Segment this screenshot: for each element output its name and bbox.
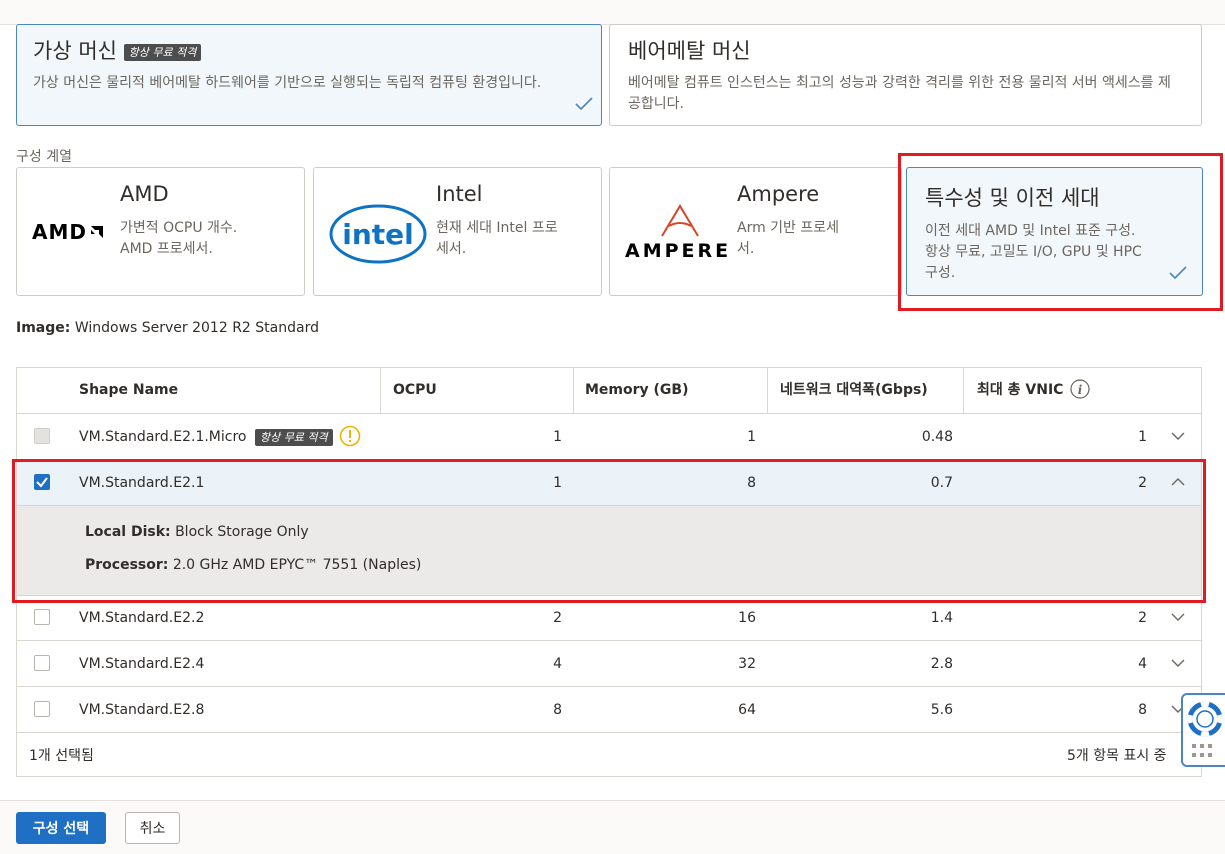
column-header-vnic[interactable]: 최대 총 VNIC i bbox=[977, 368, 1090, 413]
warning-icon[interactable] bbox=[339, 425, 361, 447]
row-checkbox[interactable] bbox=[34, 655, 50, 671]
item-count: 5개 항목 표시 중 bbox=[1067, 748, 1167, 764]
footer-bar bbox=[0, 800, 1225, 854]
shape-name: VM.Standard.E2.2 bbox=[79, 610, 205, 626]
ocpu-value: 1 bbox=[553, 475, 562, 491]
series-title: Ampere bbox=[737, 182, 820, 206]
vnic-value: 1 bbox=[1138, 429, 1147, 445]
chevron-down-icon[interactable] bbox=[1171, 431, 1185, 441]
bandwidth-value: 0.7 bbox=[930, 475, 953, 491]
ocpu-value: 4 bbox=[553, 656, 562, 672]
row-checkbox[interactable] bbox=[34, 428, 50, 444]
shape-name: VM.Standard.E2.4 bbox=[79, 656, 205, 672]
card-title: 베어메탈 머신 bbox=[628, 39, 751, 63]
chevron-down-icon[interactable] bbox=[1171, 612, 1185, 622]
ampere-logo-icon bbox=[661, 204, 699, 237]
column-header-memory[interactable]: Memory (GB) bbox=[585, 368, 689, 413]
amd-logo: AMD bbox=[32, 220, 105, 244]
series-description: 이전 세대 AMD 및 Intel 표준 구성. 항상 무료, 고밀도 I/O,… bbox=[925, 223, 1142, 281]
row-checkbox[interactable] bbox=[34, 701, 50, 717]
memory-value: 16 bbox=[738, 610, 756, 626]
shapes-table: Shape Name OCPU Memory (GB) 네트워크 대역폭(Gbp… bbox=[16, 367, 1202, 777]
processor-info: Processor: 2.0 GHz AMD EPYC™ 7551 (Naple… bbox=[85, 557, 422, 573]
vnic-value: 4 bbox=[1138, 656, 1147, 672]
table-row-selected[interactable]: VM.Standard.E2.1 1 8 0.7 2 bbox=[17, 460, 1201, 506]
card-bare-metal[interactable]: 베어메탈 머신 베어메탈 컴퓨트 인스턴스는 최고의 성능과 강력한 격리를 위… bbox=[609, 24, 1202, 126]
series-card-ampere[interactable]: AMPERE Ampere Arm 기반 프로세 서. bbox=[609, 167, 902, 296]
check-icon bbox=[575, 97, 593, 111]
row-checkbox[interactable] bbox=[34, 474, 50, 490]
shape-name: VM.Standard.E2.1 bbox=[79, 475, 205, 491]
column-header-ocpu[interactable]: OCPU bbox=[393, 368, 437, 413]
series-title: Intel bbox=[436, 182, 483, 206]
series-description: Arm 기반 프로세 서. bbox=[737, 220, 840, 257]
bandwidth-value: 2.8 bbox=[930, 656, 953, 672]
memory-value: 1 bbox=[747, 429, 756, 445]
svg-text:i: i bbox=[1078, 383, 1083, 397]
chevron-up-icon[interactable] bbox=[1171, 477, 1185, 487]
card-title: 가상 머신 bbox=[33, 39, 117, 63]
check-icon bbox=[1169, 266, 1187, 280]
vnic-value: 8 bbox=[1138, 702, 1147, 718]
column-header-bandwidth[interactable]: 네트워크 대역폭(Gbps) bbox=[780, 368, 928, 413]
table-row[interactable]: VM.Standard.E2.1.Micro 항상 무료 적격 1 1 0.48… bbox=[17, 414, 1201, 460]
top-strip bbox=[0, 0, 1225, 25]
lifebuoy-icon[interactable] bbox=[1187, 701, 1223, 737]
shape-name: VM.Standard.E2.8 bbox=[79, 702, 205, 718]
row-checkbox[interactable] bbox=[34, 609, 50, 625]
local-disk-info: Local Disk: Block Storage Only bbox=[85, 524, 309, 540]
row-details: Local Disk: Block Storage Only Processor… bbox=[17, 506, 1201, 596]
shape-name: VM.Standard.E2.1.Micro 항상 무료 적격 bbox=[79, 414, 361, 460]
series-description: 현재 세대 Intel 프로 세서. bbox=[436, 220, 558, 257]
info-icon[interactable]: i bbox=[1070, 379, 1090, 399]
series-card-amd[interactable]: AMD AMD 가변적 OCPU 개수. AMD 프로세서. bbox=[16, 167, 305, 296]
always-free-badge: 항상 무료 적격 bbox=[254, 428, 333, 446]
card-description: 베어메탈 컴퓨트 인스턴스는 최고의 성능과 강력한 격리를 위한 전용 물리적… bbox=[628, 75, 1171, 112]
table-footer: 1개 선택됨 5개 항목 표시 중 bbox=[17, 732, 1201, 776]
series-card-specialty[interactable]: 특수성 및 이전 세대 이전 세대 AMD 및 Intel 표준 구성. 항상 … bbox=[906, 167, 1203, 296]
series-title: 특수성 및 이전 세대 bbox=[925, 186, 1100, 210]
bandwidth-value: 1.4 bbox=[930, 610, 953, 626]
vnic-value: 2 bbox=[1138, 610, 1147, 626]
memory-value: 64 bbox=[738, 702, 756, 718]
image-info: Image: Windows Server 2012 R2 Standard bbox=[16, 320, 319, 336]
table-row[interactable]: VM.Standard.E2.4 4 32 2.8 4 bbox=[17, 641, 1201, 687]
ocpu-value: 1 bbox=[553, 429, 562, 445]
chevron-down-icon[interactable] bbox=[1171, 658, 1185, 668]
ocpu-value: 2 bbox=[553, 610, 562, 626]
memory-value: 32 bbox=[738, 656, 756, 672]
select-shape-button[interactable]: 구성 선택 bbox=[16, 812, 106, 844]
grid-icon[interactable] bbox=[1191, 743, 1217, 761]
column-header-shape-name[interactable]: Shape Name bbox=[79, 368, 178, 413]
cancel-button[interactable]: 취소 bbox=[125, 812, 180, 844]
table-header: Shape Name OCPU Memory (GB) 네트워크 대역폭(Gbp… bbox=[17, 368, 1201, 414]
always-free-badge: 항상 무료 적격 bbox=[123, 43, 202, 61]
memory-value: 8 bbox=[747, 475, 756, 491]
series-title: AMD bbox=[120, 182, 169, 206]
ampere-logo: AMPERE bbox=[625, 240, 732, 262]
svg-text:intel: intel bbox=[342, 218, 414, 251]
table-row[interactable]: VM.Standard.E2.8 8 64 5.6 8 bbox=[17, 687, 1201, 733]
series-card-intel[interactable]: intel Intel 현재 세대 Intel 프로 세서. bbox=[313, 167, 602, 296]
series-label: 구성 계열 bbox=[16, 149, 72, 165]
ocpu-value: 8 bbox=[553, 702, 562, 718]
check-icon bbox=[36, 477, 48, 488]
bandwidth-value: 5.6 bbox=[930, 702, 953, 718]
table-row[interactable]: VM.Standard.E2.2 2 16 1.4 2 bbox=[17, 595, 1201, 641]
selected-count: 1개 선택됨 bbox=[29, 748, 94, 764]
vnic-value: 2 bbox=[1138, 475, 1147, 491]
bandwidth-value: 0.48 bbox=[921, 429, 953, 445]
card-virtual-machine[interactable]: 가상 머신 항상 무료 적격 가상 머신은 물리적 베어메탈 하드웨어를 기반으… bbox=[16, 24, 602, 126]
card-description: 가상 머신은 물리적 베어메탈 하드웨어를 기반으로 실행되는 독립적 컴퓨팅 … bbox=[33, 75, 542, 91]
series-description: 가변적 OCPU 개수. AMD 프로세서. bbox=[120, 220, 238, 257]
intel-logo: intel bbox=[329, 204, 427, 264]
help-widget[interactable] bbox=[1181, 693, 1225, 767]
